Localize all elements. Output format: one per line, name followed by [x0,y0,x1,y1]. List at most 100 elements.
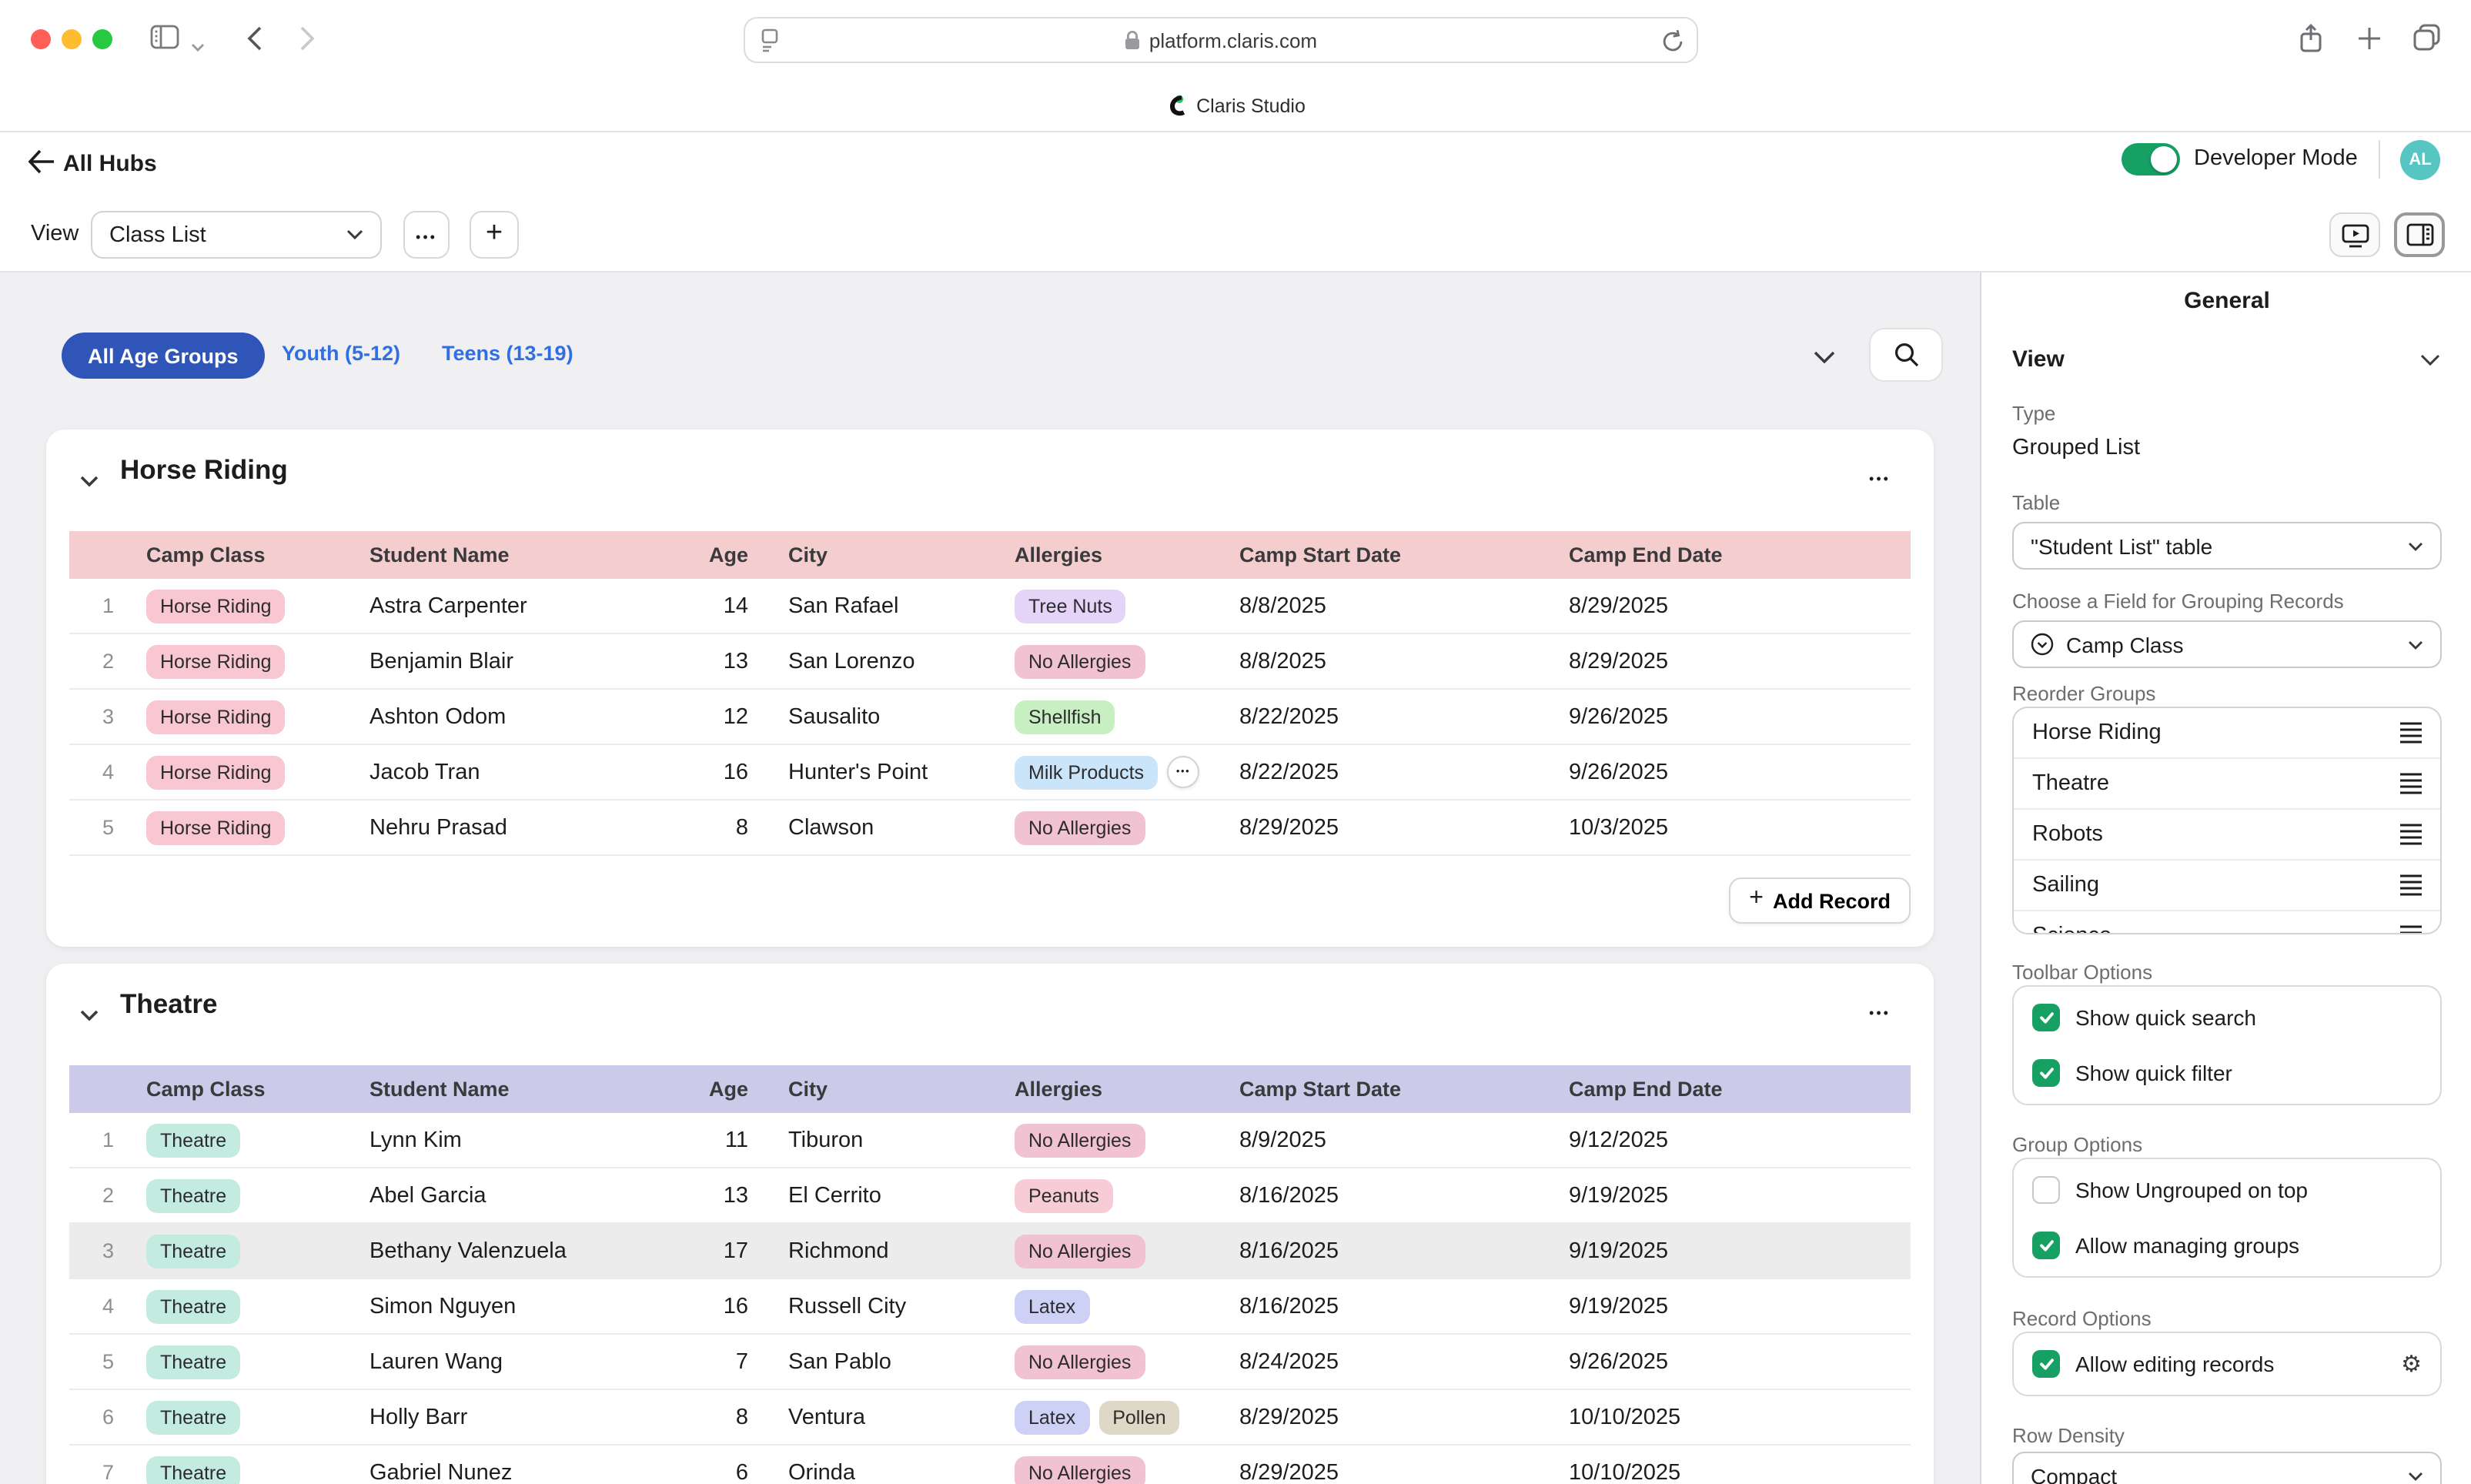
all-hubs-link[interactable]: All Hubs [63,151,157,177]
column-header-age: Age [693,1078,770,1101]
panel-toggle-button[interactable] [2394,212,2445,257]
camp-end-date-cell: 8/29/2025 [1563,593,1911,618]
city-cell: Orinda [770,1460,1008,1484]
back-arrow-icon[interactable] [28,149,55,182]
table-row[interactable]: 4TheatreSimon Nguyen16Russell CityLatex8… [69,1279,1911,1335]
table-row[interactable]: 5Horse RidingNehru Prasad8ClawsonNo Alle… [69,800,1911,856]
age-cell: 12 [693,704,770,729]
reorder-group-name: Science [2032,924,2112,934]
add-view-button[interactable]: + [470,211,519,259]
table-row[interactable]: 6TheatreHolly Barr8VenturaLatexPollen8/2… [69,1390,1911,1446]
add-record-button[interactable]: +Add Record [1729,877,1911,924]
age-cell: 8 [693,815,770,840]
tab-overview-icon[interactable] [2412,23,2442,60]
table-row[interactable]: 7TheatreGabriel Nunez6OrindaNo Allergies… [69,1446,1911,1484]
camp-class-cell: Horse Riding [135,644,365,678]
reorder-group-item[interactable]: Theatre [2014,759,2440,810]
camp-start-date-cell: 8/8/2025 [1239,593,1563,618]
reorder-group-item[interactable]: Science [2014,911,2440,934]
window-minimize-button[interactable] [62,29,82,49]
group-more-button[interactable] [1860,994,1900,1028]
quick-search-button[interactable] [1869,328,1943,382]
group-title: Horse Riding [120,454,288,486]
allergy-overflow-button[interactable] [1167,756,1199,788]
preview-mode-button[interactable] [2329,212,2380,257]
checkbox-checked[interactable] [2032,1059,2060,1087]
camp-class-pill: Theatre [146,1123,240,1157]
camp-class-pill: Theatre [146,1400,240,1434]
avatar[interactable]: AL [2400,140,2440,180]
reload-icon[interactable] [1661,28,1684,62]
table-select[interactable]: "Student List" table [2012,522,2442,570]
table-row[interactable]: 1TheatreLynn Kim11TiburonNo Allergies8/9… [69,1113,1911,1168]
allergy-pill: Shellfish [1015,700,1115,734]
table-row[interactable]: 3TheatreBethany Valenzuela17RichmondNo A… [69,1224,1911,1279]
allergies-cell: No Allergies [1008,1123,1239,1157]
address-bar[interactable]: platform.claris.com [744,17,1698,63]
city-cell: Richmond [770,1238,1008,1263]
window-zoom-button[interactable] [92,29,112,49]
age-cell: 14 [693,593,770,618]
page-title-bar: Claris Studio [0,80,2471,132]
checkbox-checked[interactable] [2032,1004,2060,1031]
forward-button[interactable] [299,25,316,60]
allergy-pill: No Allergies [1015,811,1145,844]
preview-monitor-icon [2341,222,2369,247]
checkmark-icon [2038,1010,2055,1025]
allergy-pill: Latex [1015,1289,1089,1323]
sidebar-toggle-icon[interactable] [149,23,180,58]
camp-class-pill: Theatre [146,1289,240,1323]
collapse-chevron-icon[interactable] [80,468,99,496]
column-header-age: Age [693,543,770,567]
table-row[interactable]: 2TheatreAbel Garcia13El CerritoPeanuts8/… [69,1168,1911,1224]
checkbox-unchecked[interactable] [2032,1176,2060,1204]
reorder-group-item[interactable]: Robots [2014,810,2440,861]
gear-icon[interactable]: ⚙ [2401,1350,2422,1378]
allergies-cell: LatexPollen [1008,1400,1239,1434]
age-cell: 11 [693,1128,770,1152]
table-row[interactable]: 5TheatreLauren Wang7San PabloNo Allergie… [69,1335,1911,1390]
sidebar-dropdown-chevron-icon[interactable] [191,32,205,60]
window-close-button[interactable] [31,29,51,49]
filter-tab-youth-5-12-[interactable]: Youth (5-12) [282,342,400,365]
reorder-group-item[interactable]: Horse Riding [2014,708,2440,759]
table-header-row: Camp ClassStudent NameAgeCityAllergiesCa… [69,531,1911,579]
grouping-field-select[interactable]: Camp Class [2012,620,2442,668]
checkbox-checked[interactable] [2032,1232,2060,1259]
group-more-button[interactable] [1860,460,1900,494]
view-selector[interactable]: Class List [91,211,382,259]
table-row[interactable]: 1Horse RidingAstra Carpenter14San Rafael… [69,579,1911,634]
camp-class-pill: Theatre [146,1345,240,1379]
student-name-cell: Benjamin Blair [365,649,693,673]
back-button[interactable] [246,25,263,60]
city-cell: San Rafael [770,593,1008,618]
camp-end-date-cell: 9/19/2025 [1563,1183,1911,1208]
new-tab-icon[interactable] [2357,26,2382,58]
table-row[interactable]: 2Horse RidingBenjamin Blair13San Lorenzo… [69,634,1911,690]
table-row[interactable]: 3Horse RidingAshton Odom12SausalitoShell… [69,690,1911,745]
camp-start-date-cell: 8/16/2025 [1239,1294,1563,1319]
checkbox-checked[interactable] [2032,1350,2060,1378]
drag-handle-icon [2400,722,2422,744]
filter-tab-teens-13-19-[interactable]: Teens (13-19) [442,342,573,365]
group-title: Theatre [120,988,217,1021]
row-density-select[interactable]: Compact [2012,1452,2442,1484]
drag-handle-icon [2400,874,2422,896]
group-options-label: Group Options [2012,1133,2142,1156]
developer-mode-toggle[interactable] [2122,143,2180,175]
allergy-pill: Latex [1015,1400,1089,1434]
page-settings-icon[interactable] [759,28,781,62]
allergies-cell: No Allergies [1008,1456,1239,1484]
table-row[interactable]: 4Horse RidingJacob Tran16Hunter's PointM… [69,745,1911,800]
collapse-chevron-icon[interactable] [80,1002,99,1030]
filter-tab-all-age-groups[interactable]: All Age Groups [62,333,265,379]
chevron-down-icon [346,229,363,240]
lock-icon [1125,29,1142,51]
reorder-group-name: Robots [2032,822,2103,847]
share-icon[interactable] [2299,23,2323,62]
reorder-group-item[interactable]: Sailing [2014,861,2440,911]
view-section-header[interactable]: View [2012,346,2440,373]
camp-class-cell: Theatre [135,1234,365,1268]
filter-collapse-chevron-icon[interactable] [1814,345,1835,373]
view-more-button[interactable] [403,211,450,259]
